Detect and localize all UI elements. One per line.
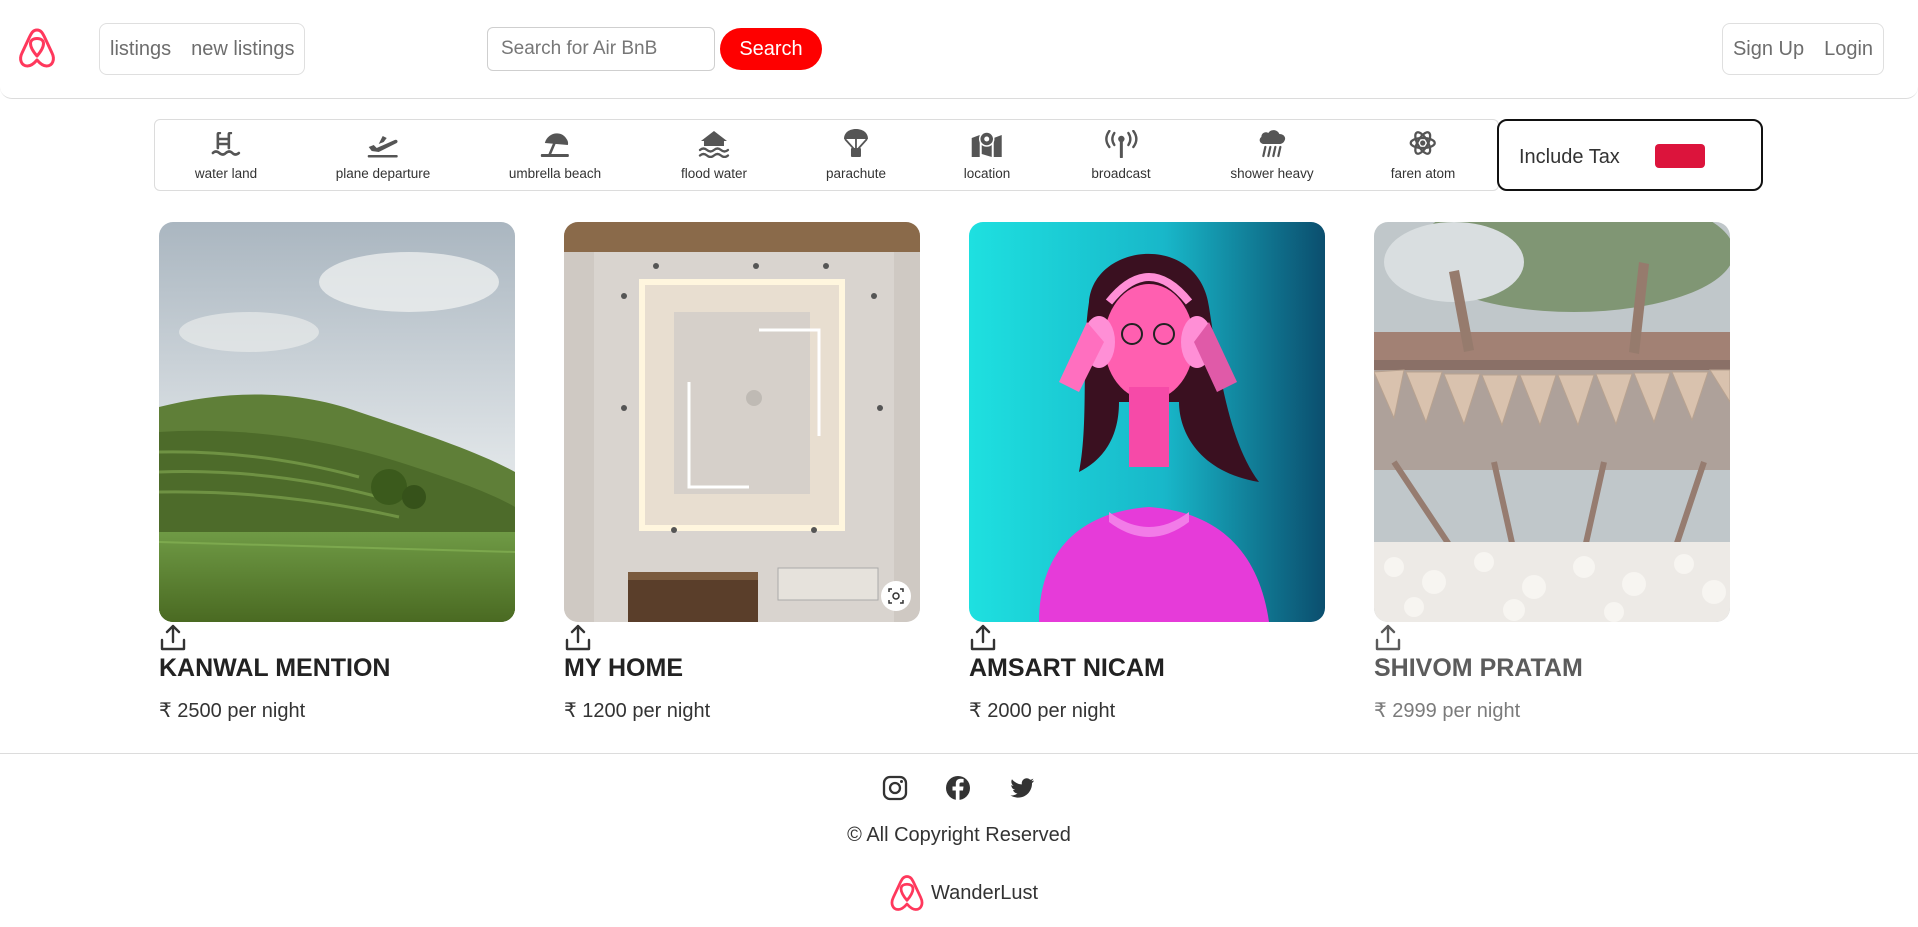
filter-label: shower heavy xyxy=(1230,166,1314,181)
footer-brand[interactable]: WanderLust xyxy=(885,869,1038,917)
share-icon[interactable] xyxy=(969,622,997,652)
auth-links: Sign Up Login xyxy=(1722,23,1884,75)
filter-label: faren atom xyxy=(1390,166,1456,181)
include-tax-toggle: Include Tax xyxy=(1497,119,1763,191)
filter-water-land[interactable]: water land xyxy=(195,120,257,190)
umbrella-beach-icon xyxy=(541,133,569,157)
tax-switch[interactable] xyxy=(1655,144,1705,168)
share-icon[interactable] xyxy=(159,622,187,652)
filter-flood-water[interactable]: flood water xyxy=(681,120,747,190)
twitter-icon[interactable] xyxy=(1008,774,1036,802)
listing-title: AMSART NICAM xyxy=(969,654,1165,682)
filter-umbrella-beach[interactable]: umbrella beach xyxy=(509,120,601,190)
listing-price: ₹ 1200 per night xyxy=(564,700,711,722)
parachute-box-icon xyxy=(843,129,868,157)
map-location-icon xyxy=(971,131,1002,157)
filter-shower-heavy[interactable]: shower heavy xyxy=(1230,120,1314,190)
plane-departure-icon xyxy=(367,136,398,158)
filter-plane-departure[interactable]: plane departure xyxy=(335,120,431,190)
listing-image-headphones[interactable] xyxy=(969,222,1325,622)
filter-label: flood water xyxy=(680,166,748,181)
navbar: listings new listings Search Sign Up Log… xyxy=(0,0,1918,99)
facebook-icon[interactable] xyxy=(944,774,972,802)
nav-link-listings[interactable]: listings xyxy=(110,38,171,61)
listing-price: ₹ 2999 per night xyxy=(1374,700,1521,722)
airbnb-logo-icon xyxy=(890,875,924,911)
listing-card[interactable]: SHIVOM PRATAM ₹ 2999 per night xyxy=(1374,222,1730,722)
atom-icon xyxy=(1409,131,1437,155)
include-tax-label: Include Tax xyxy=(1519,146,1620,168)
filter-label: umbrella beach xyxy=(508,166,602,181)
filter-broadcast[interactable]: broadcast xyxy=(1091,120,1151,190)
search-input[interactable] xyxy=(487,27,715,71)
nav-link-new-listings[interactable]: new listings xyxy=(191,38,294,61)
cloud-showers-heavy-icon xyxy=(1259,130,1285,158)
listing-card[interactable]: AMSART NICAM ₹ 2000 per night xyxy=(969,222,1325,722)
water-ladder-icon xyxy=(211,132,241,156)
share-icon[interactable] xyxy=(1374,622,1402,652)
filter-label: water land xyxy=(194,166,258,181)
listing-title: KANWAL MENTION xyxy=(159,654,391,682)
listing-card[interactable]: MY HOME ₹ 1200 per night xyxy=(564,222,920,722)
listing-price: ₹ 2500 per night xyxy=(159,700,306,722)
share-icon[interactable] xyxy=(564,622,592,652)
filter-label: plane departure xyxy=(335,166,431,181)
listing-title: SHIVOM PRATAM xyxy=(1374,654,1583,682)
filter-label: location xyxy=(963,166,1011,181)
house-flood-water-icon xyxy=(698,131,730,158)
sign-up-link[interactable]: Sign Up xyxy=(1733,38,1804,61)
filter-parachute[interactable]: parachute xyxy=(826,120,886,190)
filter-label: broadcast xyxy=(1091,166,1151,181)
instagram-icon[interactable] xyxy=(881,774,909,802)
footer: © All Copyright Reserved WanderLust xyxy=(0,753,1918,927)
filter-faren-atom[interactable]: faren atom xyxy=(1390,120,1456,190)
listing-title: MY HOME xyxy=(564,654,683,682)
brand-name: WanderLust xyxy=(931,881,1039,904)
search-button[interactable]: Search xyxy=(720,28,822,70)
nav-links: listings new listings xyxy=(99,23,305,75)
airbnb-logo-icon[interactable] xyxy=(13,24,61,72)
tower-broadcast-icon xyxy=(1104,130,1138,158)
listing-card[interactable]: KANWAL MENTION ₹ 2500 per night xyxy=(159,222,515,722)
listing-image-banner[interactable] xyxy=(1374,222,1730,622)
filter-label: parachute xyxy=(825,166,887,181)
filter-bar: water land plane departure umbrella beac… xyxy=(154,119,1499,191)
login-link[interactable]: Login xyxy=(1824,38,1873,61)
filter-location[interactable]: location xyxy=(963,120,1011,190)
listing-price: ₹ 2000 per night xyxy=(969,700,1116,722)
copyright-text: © All Copyright Reserved xyxy=(847,824,1071,846)
listing-image-hillside[interactable] xyxy=(159,222,515,622)
listing-image-ceiling[interactable] xyxy=(564,222,920,622)
